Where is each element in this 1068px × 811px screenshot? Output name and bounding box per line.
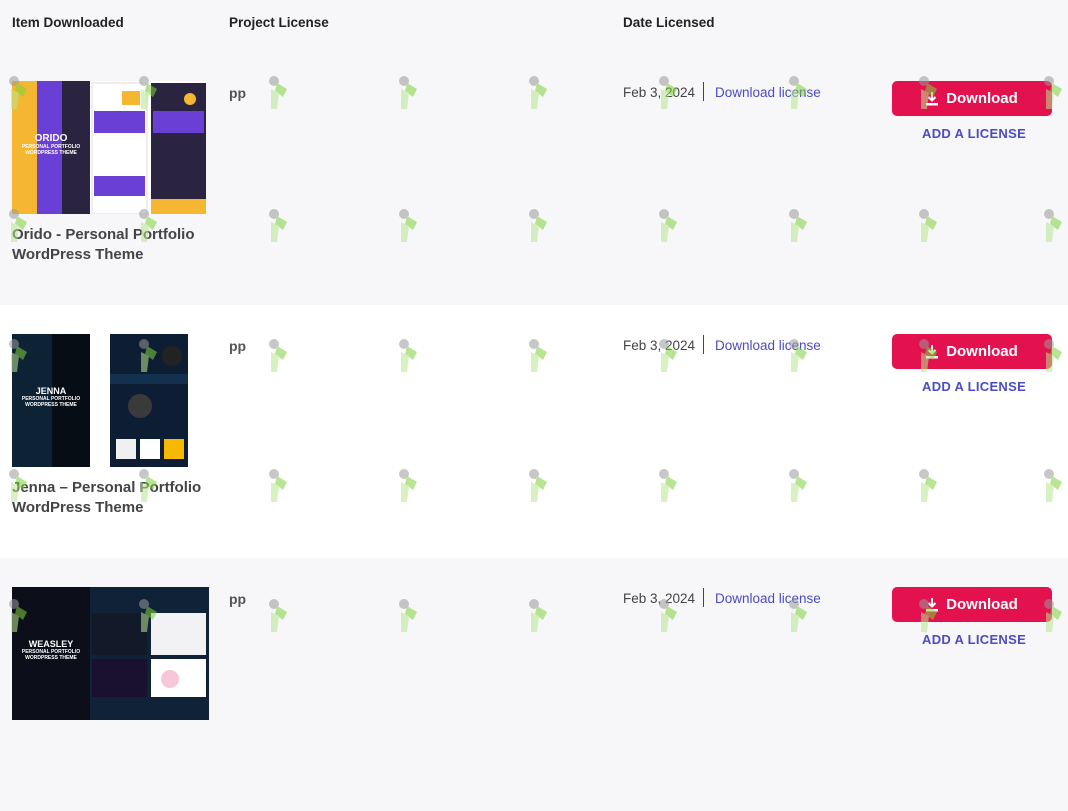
header-date-licensed: Date Licensed: [623, 15, 715, 30]
download-icon: [926, 91, 939, 105]
download-button-label: Download: [946, 596, 1018, 613]
add-license-link[interactable]: ADD A LICENSE: [922, 632, 1026, 647]
table-row: WEASLEY PERSONAL PORTFOLIO WORDPRESS THE…: [0, 558, 1068, 811]
divider: [703, 588, 704, 607]
thumb-title: WEASLEY: [28, 639, 74, 649]
header-item-downloaded: Item Downloaded: [12, 15, 124, 30]
thumb-title: ORIDO: [34, 133, 68, 144]
download-license-link[interactable]: Download license: [715, 338, 821, 353]
item-title[interactable]: Jenna – Personal Portfolio WordPress The…: [12, 478, 212, 518]
divider: [703, 335, 704, 354]
add-license-link[interactable]: ADD A LICENSE: [922, 126, 1026, 141]
item-title[interactable]: Orido - Personal Portfolio WordPress The…: [12, 225, 212, 265]
add-license-link[interactable]: ADD A LICENSE: [922, 379, 1026, 394]
item-thumbnail[interactable]: JENNA PERSONAL PORTFOLIO WORDPRESS THEME: [12, 334, 188, 467]
divider: [703, 82, 704, 101]
thumb-subtitle-2: WORDPRESS THEME: [25, 150, 77, 156]
project-license-value: pp: [229, 338, 247, 354]
table-row: JENNA PERSONAL PORTFOLIO WORDPRESS THEME…: [0, 305, 1068, 558]
download-icon: [926, 344, 939, 358]
download-icon: [926, 597, 939, 611]
thumb-title: JENNA: [35, 386, 67, 396]
project-license-value: pp: [229, 85, 247, 101]
download-button-label: Download: [946, 343, 1018, 360]
thumb-subtitle-2: WORDPRESS THEME: [25, 402, 77, 408]
table-header: Item Downloaded Project License Date Lic…: [0, 0, 1068, 52]
header-project-license: Project License: [229, 15, 329, 30]
download-button-label: Download: [946, 90, 1018, 107]
date-licensed-value: Feb 3, 2024: [623, 85, 696, 100]
download-license-link[interactable]: Download license: [715, 591, 821, 606]
item-thumbnail[interactable]: WEASLEY PERSONAL PORTFOLIO WORDPRESS THE…: [12, 587, 209, 720]
download-license-link[interactable]: Download license: [715, 85, 821, 100]
download-button[interactable]: Download: [892, 81, 1052, 116]
item-thumbnail[interactable]: ORIDO PERSONAL PORTFOLIO WORDPRESS THEME: [12, 81, 206, 214]
download-button[interactable]: Download: [892, 587, 1052, 622]
date-licensed-value: Feb 3, 2024: [623, 591, 696, 606]
project-license-value: pp: [229, 591, 247, 607]
date-licensed-value: Feb 3, 2024: [623, 338, 696, 353]
thumb-subtitle-2: WORDPRESS THEME: [25, 655, 77, 661]
download-button[interactable]: Download: [892, 334, 1052, 369]
table-row: ORIDO PERSONAL PORTFOLIO WORDPRESS THEME…: [0, 52, 1068, 305]
